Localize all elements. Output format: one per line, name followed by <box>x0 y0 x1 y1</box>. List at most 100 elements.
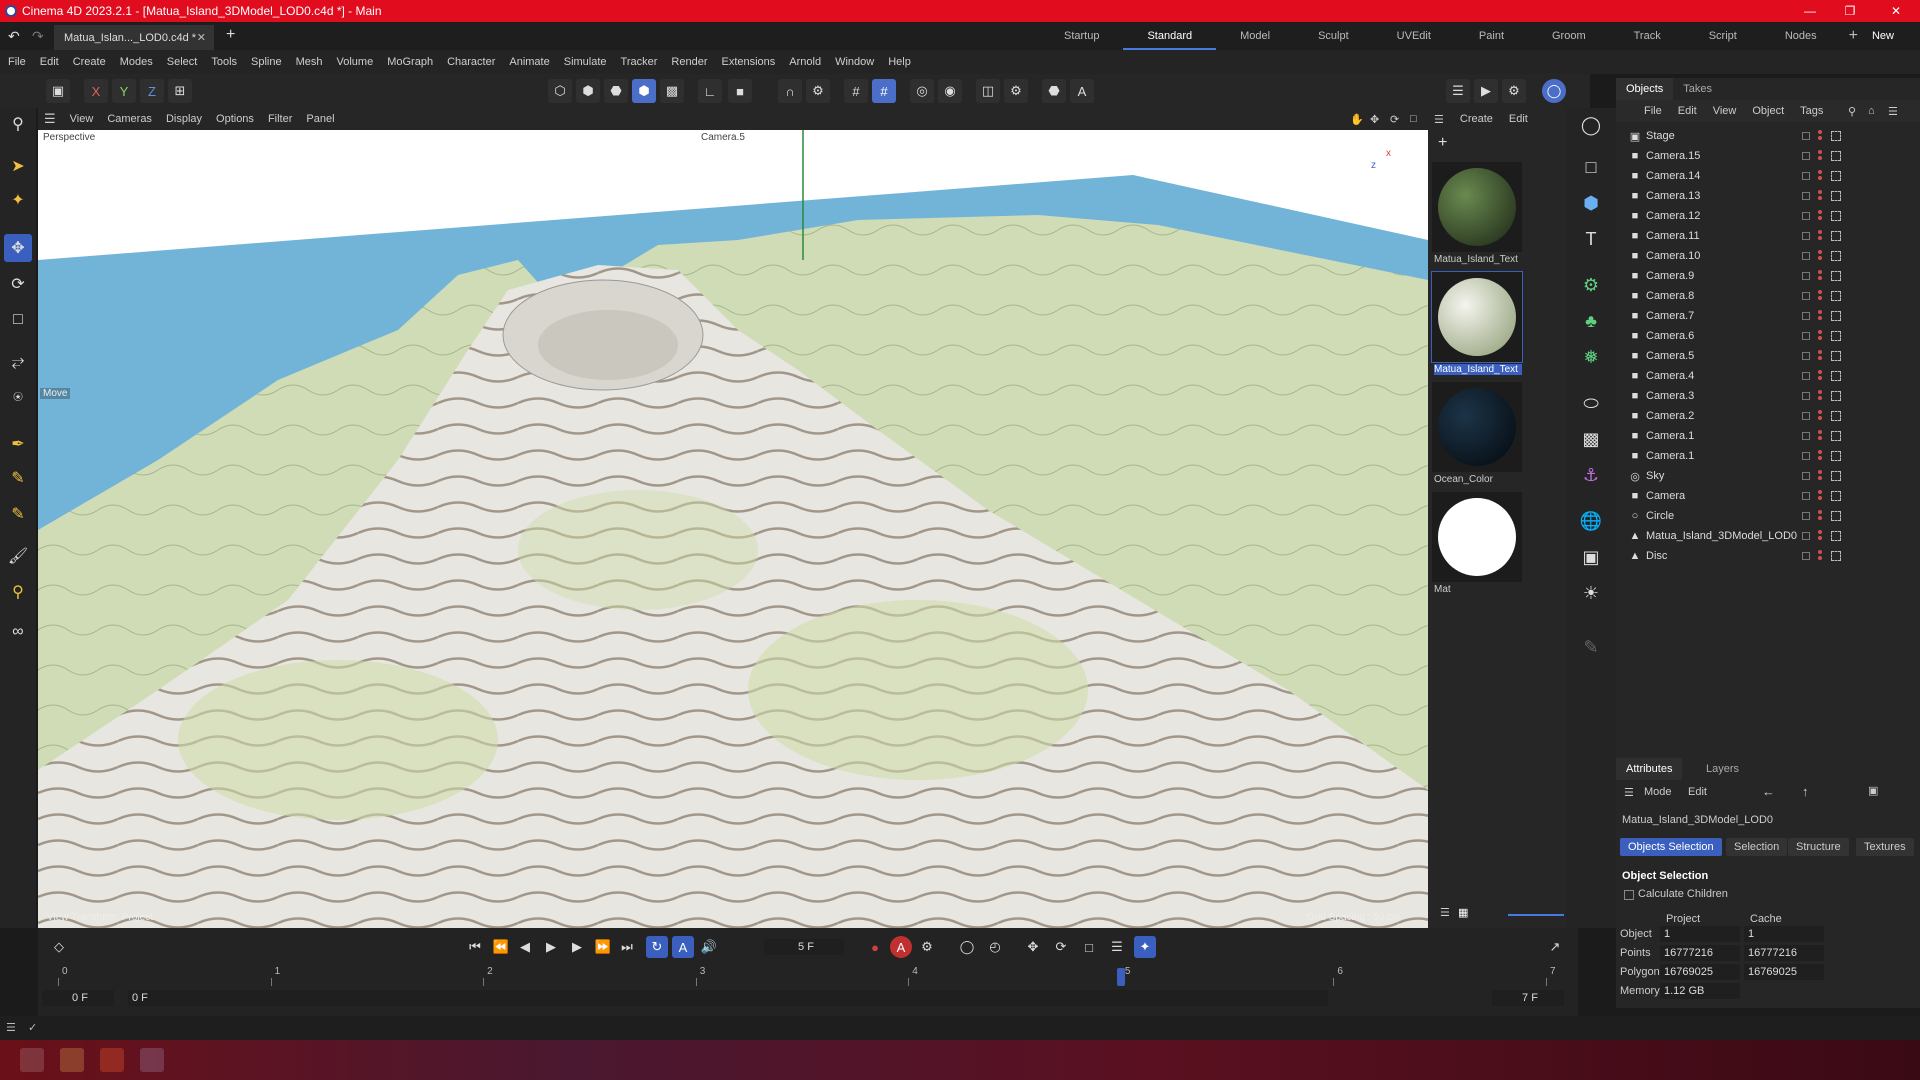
object-menu-edit[interactable]: Edit <box>1678 105 1697 117</box>
editor-render-dots-icon[interactable] <box>1818 290 1822 302</box>
attr-up-icon[interactable]: ↑ <box>1802 784 1809 799</box>
object-row[interactable]: ■ Camera.5 <box>1616 346 1920 366</box>
object-tag-icon[interactable] <box>1831 431 1841 441</box>
object-tag-icon[interactable] <box>1831 451 1841 461</box>
menu-animate[interactable]: Animate <box>509 56 549 68</box>
tab-layers[interactable]: Layers <box>1696 758 1749 780</box>
taskbar-app-icon[interactable] <box>140 1048 164 1072</box>
solo-mode-icon[interactable]: ■ <box>728 79 752 103</box>
visibility-checkbox[interactable] <box>1802 272 1810 280</box>
object-tag-icon[interactable] <box>1831 491 1841 501</box>
object-row[interactable]: ▣ Stage <box>1616 126 1920 146</box>
loop-tool-icon[interactable]: ∞ <box>4 618 32 646</box>
object-row[interactable]: ■ Camera.15 <box>1616 146 1920 166</box>
editor-render-dots-icon[interactable] <box>1818 490 1822 502</box>
object-search-icon[interactable]: ⚲ <box>1848 105 1856 118</box>
environment-icon[interactable]: 🌐 <box>1576 506 1606 536</box>
menu-tracker[interactable]: Tracker <box>621 56 658 68</box>
object-menu-tags[interactable]: Tags <box>1800 105 1823 117</box>
editor-render-dots-icon[interactable] <box>1818 250 1822 262</box>
menu-window[interactable]: Window <box>835 56 874 68</box>
object-row[interactable]: ■ Camera.11 <box>1616 226 1920 246</box>
menu-volume[interactable]: Volume <box>337 56 374 68</box>
layout-tab-uvedit[interactable]: UVEdit <box>1373 22 1455 50</box>
edges-mode-icon[interactable]: ⬢ <box>576 79 600 103</box>
object-row[interactable]: ■ Camera <box>1616 486 1920 506</box>
render-view-icon[interactable]: ☰ <box>1446 79 1470 103</box>
list-view-icon[interactable]: ☰ <box>1440 906 1450 919</box>
sound-icon[interactable]: 🔊 <box>698 936 720 958</box>
object-tag-icon[interactable] <box>1831 351 1841 361</box>
previous-key-button[interactable]: ⏪ <box>490 936 512 958</box>
visibility-checkbox[interactable] <box>1802 512 1810 520</box>
spline-sketch-icon[interactable]: ✎ <box>4 464 32 492</box>
menu-select[interactable]: Select <box>167 56 198 68</box>
taskbar-app-icon[interactable] <box>100 1048 124 1072</box>
object-row[interactable]: ■ Camera.2 <box>1616 406 1920 426</box>
viewport-maximize-icon[interactable]: □ <box>1410 113 1417 125</box>
editor-render-dots-icon[interactable] <box>1818 450 1822 462</box>
rotate-tool-icon[interactable]: ⟳ <box>4 270 32 298</box>
object-row[interactable]: ■ Camera.8 <box>1616 286 1920 306</box>
subtab-structure[interactable]: Structure <box>1788 838 1849 856</box>
attr-hamburger-icon[interactable]: ☰ <box>1624 786 1634 799</box>
visibility-checkbox[interactable] <box>1802 532 1810 540</box>
editor-render-dots-icon[interactable] <box>1818 430 1822 442</box>
deformer-icon[interactable]: ❅ <box>1576 342 1606 372</box>
add-material-icon[interactable]: + <box>1438 134 1447 152</box>
material-swatch[interactable] <box>1432 382 1522 472</box>
transform-tool-icon[interactable]: ⥂ <box>4 348 32 376</box>
go-to-start-button[interactable]: ⏮ <box>464 936 486 958</box>
new-tab-icon[interactable]: + <box>226 26 235 44</box>
visibility-checkbox[interactable] <box>1802 252 1810 260</box>
editor-render-dots-icon[interactable] <box>1818 310 1822 322</box>
editor-render-dots-icon[interactable] <box>1818 150 1822 162</box>
visibility-checkbox[interactable] <box>1802 192 1810 200</box>
visibility-checkbox[interactable] <box>1802 292 1810 300</box>
editor-render-dots-icon[interactable] <box>1818 390 1822 402</box>
material-menu-edit[interactable]: Edit <box>1509 113 1528 125</box>
points-mode-icon[interactable]: ⬡ <box>548 79 572 103</box>
visibility-checkbox[interactable] <box>1802 472 1810 480</box>
menu-modes[interactable]: Modes <box>120 56 153 68</box>
object-row[interactable]: ▲ Matua_Island_3DModel_LOD0 <box>1616 526 1920 546</box>
document-tab[interactable]: Matua_Islan..._LOD0.c4d * ✕ <box>54 25 214 50</box>
playhead-marker[interactable] <box>1116 968 1125 986</box>
menu-tools[interactable]: Tools <box>211 56 237 68</box>
close-window-button[interactable]: ✕ <box>1876 0 1916 22</box>
taskbar-app-icon[interactable] <box>60 1048 84 1072</box>
minimize-button[interactable]: — <box>1790 0 1830 22</box>
visibility-checkbox[interactable] <box>1802 352 1810 360</box>
go-to-end-button[interactable]: ⏭ <box>616 936 638 958</box>
editor-render-dots-icon[interactable] <box>1818 530 1822 542</box>
volume-icon[interactable]: ▩ <box>1576 424 1606 454</box>
material-menu-create[interactable]: Create <box>1460 113 1493 125</box>
viewport-menu-panel[interactable]: Panel <box>306 113 334 125</box>
previous-frame-button[interactable]: ◀ <box>514 936 536 958</box>
visibility-checkbox[interactable] <box>1802 312 1810 320</box>
menu-help[interactable]: Help <box>888 56 911 68</box>
object-tag-icon[interactable] <box>1831 331 1841 341</box>
visibility-checkbox[interactable] <box>1802 132 1810 140</box>
point-level-anim-icon[interactable]: ✦ <box>1134 936 1156 958</box>
grid-icon[interactable]: # <box>844 79 868 103</box>
workplane-grid-icon[interactable]: # <box>872 79 896 103</box>
attr-back-icon[interactable]: ← <box>1762 784 1775 799</box>
editor-render-dots-icon[interactable] <box>1818 510 1822 522</box>
object-filter-icon[interactable]: ☰ <box>1888 105 1898 118</box>
editor-render-dots-icon[interactable] <box>1818 470 1822 482</box>
scale-tool-icon[interactable]: □ <box>4 306 32 334</box>
viewport-menu-cameras[interactable]: Cameras <box>107 113 152 125</box>
next-frame-button[interactable]: ▶ <box>566 936 588 958</box>
object-tag-icon[interactable] <box>1831 131 1841 141</box>
viewport-menu-options[interactable]: Options <box>216 113 254 125</box>
status-menu-icon[interactable]: ☰ <box>6 1021 16 1034</box>
primitive-cube-icon[interactable]: ⬢ <box>1576 188 1606 218</box>
camera-object-icon[interactable]: ◯ <box>1576 110 1606 140</box>
viewport-menu-display[interactable]: Display <box>166 113 202 125</box>
soft-selection-icon[interactable]: ◉ <box>938 79 962 103</box>
start-frame-field[interactable]: 0 F <box>42 990 114 1006</box>
edit-pen-icon[interactable]: ✎ <box>1576 632 1606 662</box>
menu-simulate[interactable]: Simulate <box>564 56 607 68</box>
object-tag-icon[interactable] <box>1831 551 1841 561</box>
